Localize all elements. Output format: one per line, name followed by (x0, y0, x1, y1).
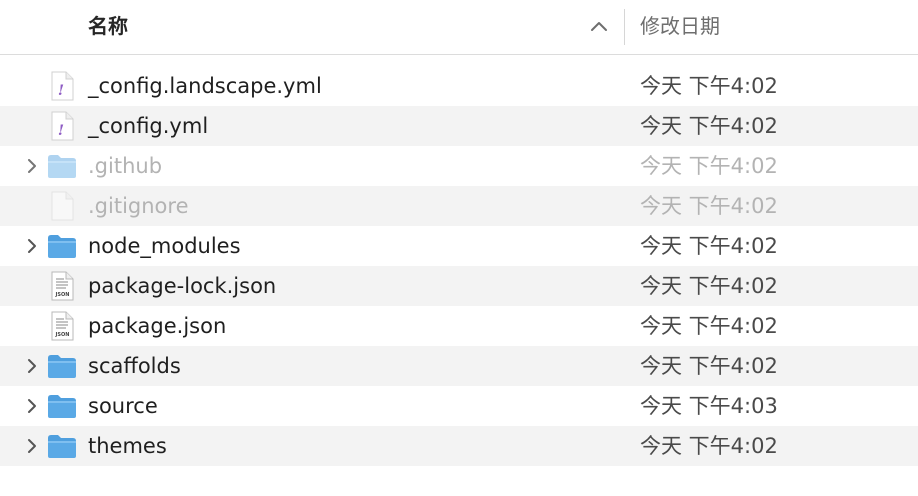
file-date-modified: 今天 下午4:02 (640, 274, 778, 298)
file-date-modified: 今天 下午4:02 (640, 354, 778, 378)
json-file-icon: JSON (46, 310, 78, 342)
file-list: ! _config.landscape.yml 今天 下午4:02! _config.… (0, 66, 918, 466)
disclosure-chevron-icon[interactable] (24, 158, 40, 174)
file-date-modified: 今天 下午4:02 (640, 434, 778, 458)
file-row[interactable]: node_modules 今天 下午4:02 (0, 226, 918, 266)
file-name[interactable]: package.json (88, 313, 226, 339)
file-name[interactable]: .gitignore (88, 193, 189, 219)
file-row[interactable]: themes 今天 下午4:02 (0, 426, 918, 466)
name-column-header[interactable]: 名称 (88, 13, 128, 39)
file-date-modified: 今天 下午4:02 (640, 234, 778, 258)
file-date-modified: 今天 下午4:02 (640, 154, 778, 178)
folder-icon (46, 430, 78, 462)
file-row[interactable]: ! _config.landscape.yml 今天 下午4:02 (0, 66, 918, 106)
sort-ascending-chevron-icon[interactable] (589, 18, 609, 34)
blank-file-icon (46, 190, 78, 222)
file-name[interactable]: package-lock.json (88, 273, 276, 299)
folder-icon (46, 150, 78, 182)
file-date-modified: 今天 下午4:02 (640, 194, 778, 218)
disclosure-chevron-icon[interactable] (24, 238, 40, 254)
file-row[interactable]: source 今天 下午4:03 (0, 386, 918, 426)
disclosure-chevron-icon[interactable] (24, 358, 40, 374)
file-name[interactable]: _config.yml (88, 113, 208, 139)
svg-text:!: ! (58, 123, 64, 139)
file-name[interactable]: scaffolds (88, 353, 181, 379)
date-modified-column-header[interactable]: 修改日期 (640, 13, 720, 39)
file-row[interactable]: scaffolds 今天 下午4:02 (0, 346, 918, 386)
file-name[interactable]: .github (88, 153, 162, 179)
file-name[interactable]: themes (88, 433, 167, 459)
file-row[interactable]: JSON package-lock.json 今天 下午4:02 (0, 266, 918, 306)
disclosure-chevron-icon[interactable] (24, 398, 40, 414)
file-row[interactable]: JSON package.json 今天 下午4:02 (0, 306, 918, 346)
file-row[interactable]: ! _config.yml 今天 下午4:02 (0, 106, 918, 146)
yaml-file-icon: ! (46, 110, 78, 142)
folder-icon (46, 390, 78, 422)
finder-list-view: 名称 修改日期 ! _config.landscape.yml 今天 下午4:02!… (0, 0, 918, 496)
folder-icon (46, 350, 78, 382)
svg-text:JSON: JSON (55, 332, 70, 338)
file-row[interactable]: .gitignore 今天 下午4:02 (0, 186, 918, 226)
svg-text:!: ! (58, 83, 64, 99)
file-name[interactable]: _config.landscape.yml (88, 73, 322, 99)
file-date-modified: 今天 下午4:02 (640, 114, 778, 138)
column-header-bar: 名称 修改日期 (0, 0, 918, 55)
file-row[interactable]: .github 今天 下午4:02 (0, 146, 918, 186)
file-name[interactable]: node_modules (88, 233, 241, 259)
json-file-icon: JSON (46, 270, 78, 302)
file-date-modified: 今天 下午4:03 (640, 394, 778, 418)
disclosure-chevron-icon[interactable] (24, 438, 40, 454)
file-date-modified: 今天 下午4:02 (640, 74, 778, 98)
file-date-modified: 今天 下午4:02 (640, 314, 778, 338)
folder-icon (46, 230, 78, 262)
svg-text:JSON: JSON (55, 292, 70, 298)
yaml-file-icon: ! (46, 70, 78, 102)
column-divider[interactable] (624, 9, 625, 45)
file-name[interactable]: source (88, 393, 158, 419)
